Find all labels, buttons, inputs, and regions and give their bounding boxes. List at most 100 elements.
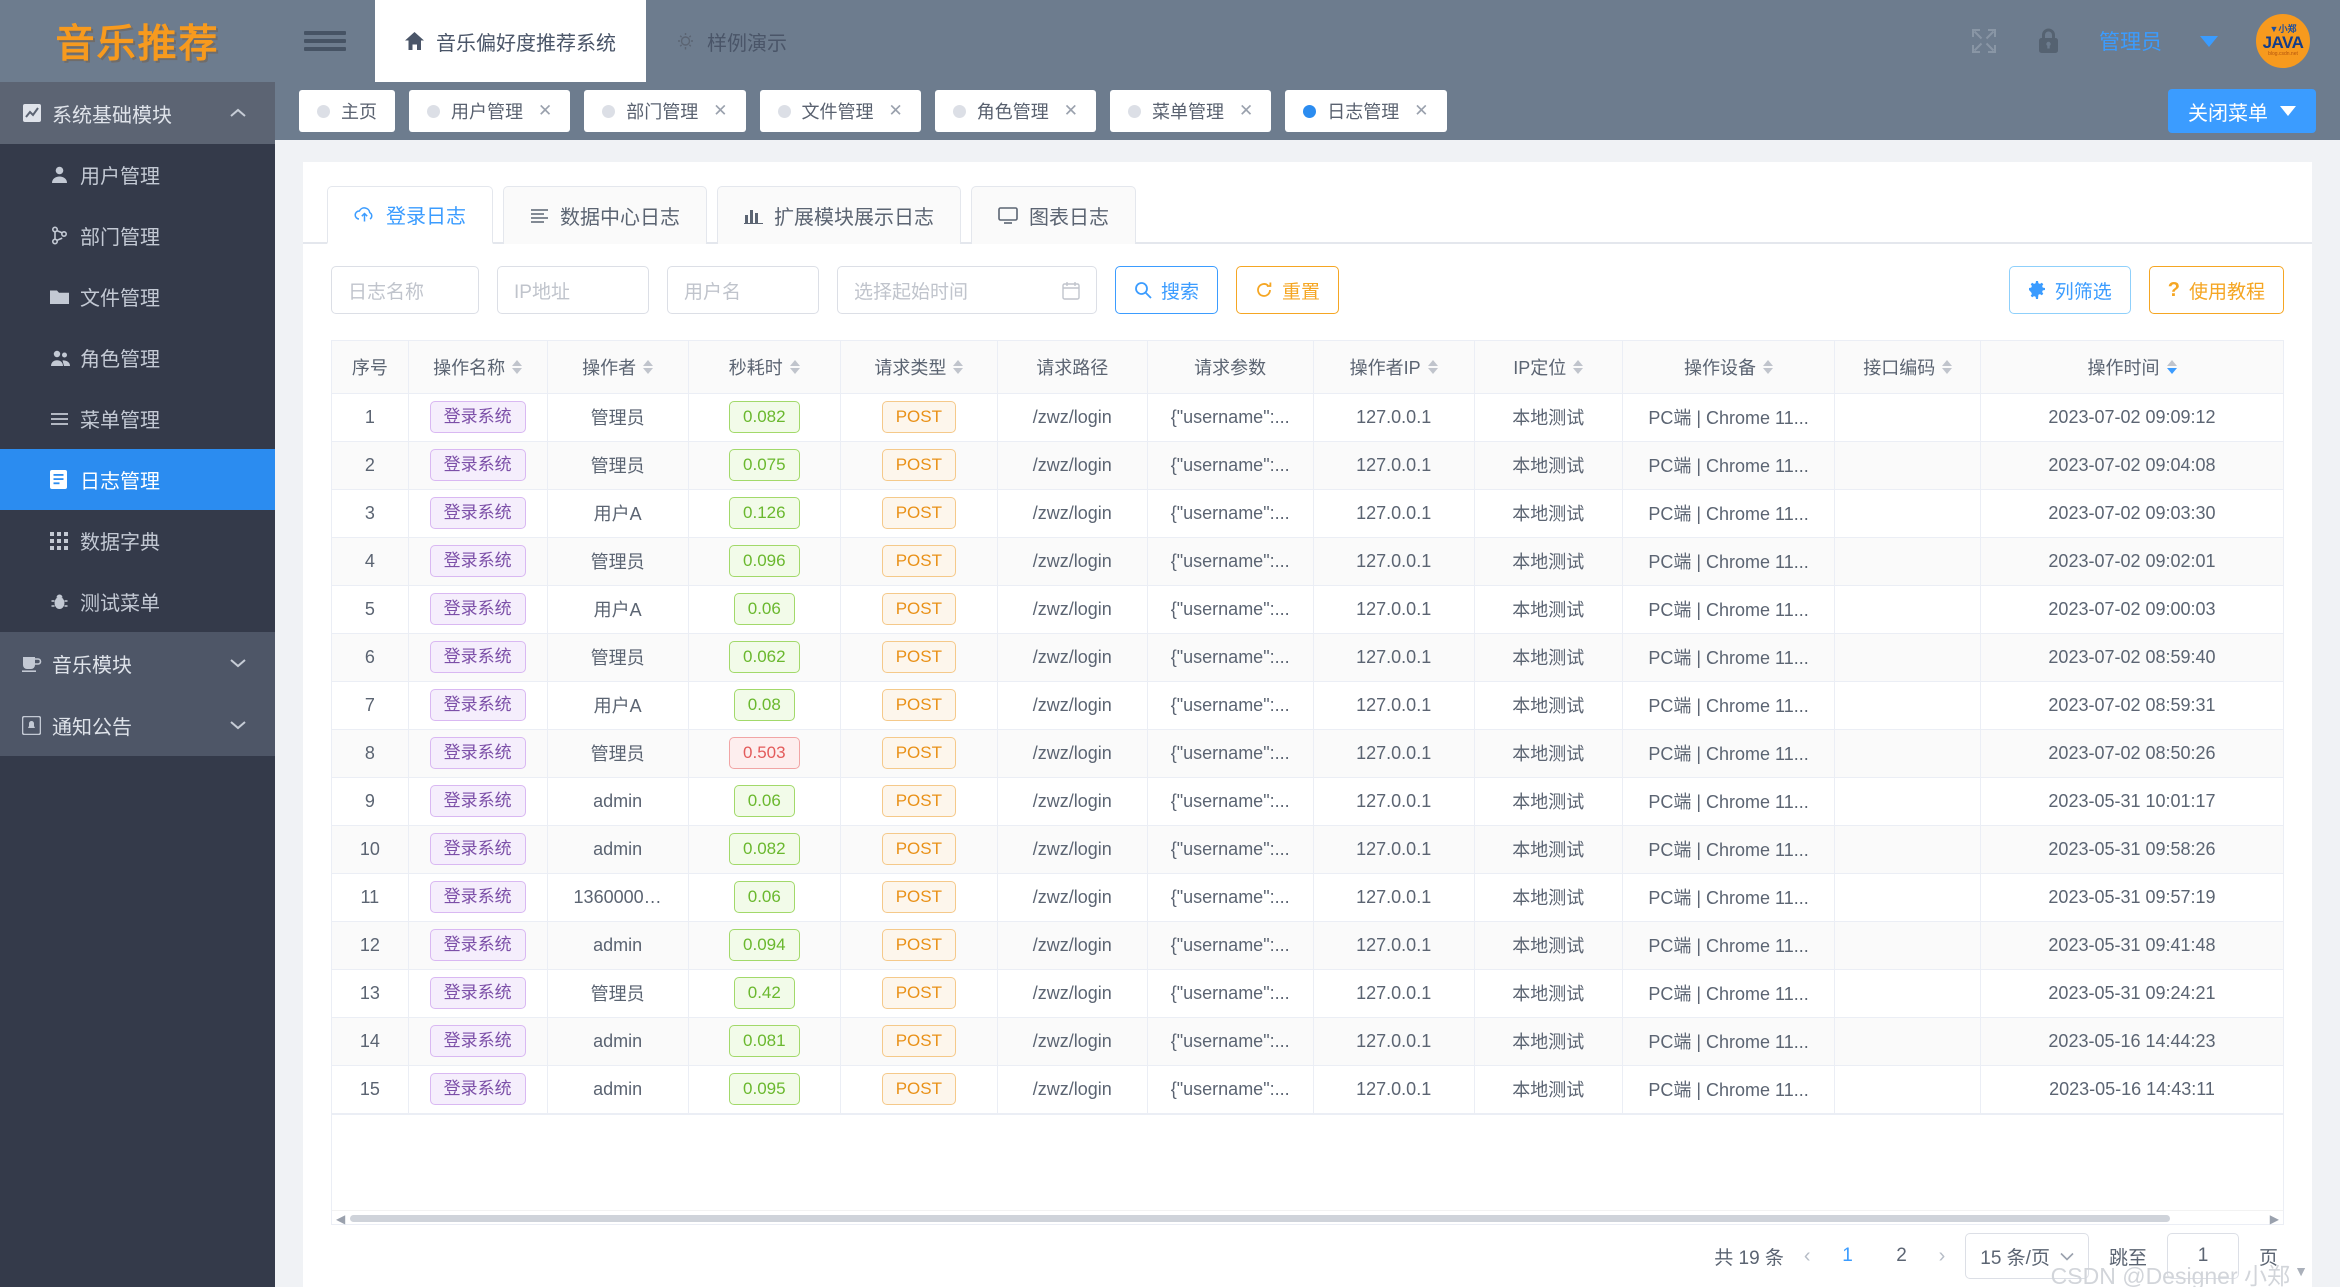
tab-extension-module-log[interactable]: 扩展模块展示日志: [717, 186, 961, 244]
close-icon[interactable]: ✕: [1239, 101, 1253, 121]
sidebar-group-system[interactable]: 系统基础模块: [0, 82, 275, 144]
tab-datacenter-log[interactable]: 数据中心日志: [503, 186, 707, 244]
table-row[interactable]: 7 登录系统 用户A 0.08 POST/zwz/login {"username":..…: [332, 681, 2283, 730]
cell-method: POST: [840, 537, 998, 586]
tag-file-management[interactable]: 文件管理 ✕: [759, 90, 921, 132]
sidebar-item-department-management[interactable]: 部门管理: [0, 205, 275, 266]
sidebar-item-data-dictionary[interactable]: 数据字典: [0, 510, 275, 571]
tag-log-management[interactable]: 日志管理 ✕: [1285, 90, 1447, 132]
column-filter-button[interactable]: 列筛选: [2008, 266, 2131, 314]
table-row[interactable]: 10 登录系统 admin 0.082 POST/zwz/login {"username…: [332, 825, 2283, 874]
sidebar-item-file-management[interactable]: 文件管理: [0, 266, 275, 327]
table-row[interactable]: 9 登录系统 admin 0.06 POST/zwz/login {"username":…: [332, 777, 2283, 826]
col-label: 请求参数: [1194, 357, 1267, 378]
sort-icon[interactable]: [789, 359, 800, 374]
close-icon[interactable]: ✕: [889, 101, 903, 121]
reset-button[interactable]: 重置: [1236, 266, 1340, 314]
tab-login-log[interactable]: 登录日志: [327, 186, 493, 244]
table-row[interactable]: 13 登录系统 管理员 0.42 POST/zwz/login {"username":.…: [332, 969, 2283, 1018]
col-op-name[interactable]: 操作名称: [408, 341, 548, 394]
close-icon[interactable]: ✕: [713, 101, 727, 121]
horizontal-scrollbar[interactable]: ◀ ▶: [332, 1210, 2283, 1226]
sidebar-item-role-management[interactable]: 角色管理: [0, 327, 275, 388]
cell-op-ip: 127.0.0.1: [1313, 441, 1475, 490]
scroll-down-icon[interactable]: ▼: [2294, 1263, 2308, 1279]
start-date-input[interactable]: 选择起始时间: [837, 266, 1097, 314]
table-row[interactable]: 11 登录系统 1360000… 0.06 POST/zwz/login {"userna…: [332, 873, 2283, 922]
close-icon[interactable]: ✕: [1414, 101, 1428, 121]
close-icon[interactable]: ✕: [538, 101, 552, 121]
avatar[interactable]: ▼小郑 JAVA blog.csdn.net: [2256, 14, 2310, 68]
sidebar-group-music[interactable]: 音乐模块: [0, 632, 275, 694]
table-row[interactable]: 2 登录系统 管理员 0.075 POST/zwz/login {"username":.…: [332, 441, 2283, 490]
sort-icon[interactable]: [1427, 359, 1438, 374]
sort-icon[interactable]: [1942, 359, 1953, 374]
prev-page-button[interactable]: ‹: [1804, 1245, 1811, 1268]
col-api-code[interactable]: 接口编码: [1834, 341, 1982, 394]
table-row[interactable]: 3 登录系统 用户A 0.126 POST/zwz/login {"username":.…: [332, 489, 2283, 538]
cell-seconds: 0.082: [688, 393, 841, 442]
topbar-actions: 管理员 ▼小郑 JAVA blog.csdn.net: [1970, 0, 2340, 82]
cloud-upload-icon: [354, 206, 375, 223]
log-name-input[interactable]: 日志名称: [331, 266, 479, 314]
sort-icon[interactable]: [2166, 359, 2177, 374]
page-button-2[interactable]: 2: [1885, 1245, 1919, 1267]
scrollbar-thumb[interactable]: [350, 1215, 2170, 1222]
close-menu-button[interactable]: 关闭菜单: [2168, 89, 2316, 133]
sort-icon[interactable]: [953, 359, 964, 374]
col-method[interactable]: 请求类型: [840, 341, 998, 394]
table-row[interactable]: 4 登录系统 管理员 0.096 POST/zwz/login {"username":.…: [332, 537, 2283, 586]
table-row[interactable]: 8 登录系统 管理员 0.503 POST/zwz/login {"username":.…: [332, 729, 2283, 778]
close-icon[interactable]: ✕: [1064, 101, 1078, 121]
user-menu-label[interactable]: 管理员: [2099, 26, 2162, 56]
sidebar-item-test-menu[interactable]: 测试菜单: [0, 571, 275, 632]
method-chip: POST: [881, 592, 956, 626]
seconds-chip: 0.075: [729, 448, 800, 482]
col-operator[interactable]: 操作者: [547, 341, 689, 394]
sidebar-item-log-management[interactable]: 日志管理: [0, 449, 275, 510]
cell-params: {"username":...: [1147, 633, 1314, 682]
tag-user-management[interactable]: 用户管理 ✕: [409, 90, 571, 132]
fullscreen-icon[interactable]: [1970, 27, 1998, 55]
calendar-icon[interactable]: [1062, 281, 1080, 300]
tag-department-management[interactable]: 部门管理 ✕: [584, 90, 746, 132]
col-seconds[interactable]: 秒耗时: [688, 341, 841, 394]
table-row[interactable]: 6 登录系统 管理员 0.062 POST/zwz/login {"username":.…: [332, 633, 2283, 682]
table-row[interactable]: 1 登录系统 管理员 0.082 POST/zwz/login {"username":.…: [332, 393, 2283, 442]
table-row[interactable]: 5 登录系统 用户A 0.06 POST/zwz/login {"username":..…: [332, 585, 2283, 634]
table-row[interactable]: 14 登录系统 admin 0.081 POST/zwz/login {"username…: [332, 1017, 2283, 1066]
top-nav-tab-demo[interactable]: 样例演示: [646, 0, 817, 82]
sort-icon[interactable]: [512, 359, 523, 374]
tag-role-management[interactable]: 角色管理 ✕: [934, 90, 1096, 132]
ip-input[interactable]: IP地址: [497, 266, 649, 314]
sort-icon[interactable]: [1573, 359, 1584, 374]
scroll-left-icon[interactable]: ◀: [336, 1212, 345, 1226]
top-nav-tab-system[interactable]: 音乐偏好度推荐系统: [375, 0, 646, 82]
search-button[interactable]: 搜索: [1115, 266, 1219, 314]
chevron-down-icon[interactable]: [2200, 35, 2218, 47]
tutorial-button[interactable]: ? 使用教程: [2148, 266, 2284, 314]
table-row[interactable]: 15 登录系统 admin 0.095 POST/zwz/login {"username…: [332, 1065, 2283, 1114]
cell-ip-location: 本地测试: [1474, 633, 1623, 682]
sidebar-item-menu-management[interactable]: 菜单管理: [0, 388, 275, 449]
sort-icon[interactable]: [643, 359, 654, 374]
col-op-ip[interactable]: 操作者IP: [1313, 341, 1475, 394]
page-button-1[interactable]: 1: [1831, 1245, 1865, 1267]
sidebar-item-user-management[interactable]: 用户管理: [0, 144, 275, 205]
tab-chart-log[interactable]: 图表日志: [971, 186, 1136, 244]
username-input[interactable]: 用户名: [667, 266, 819, 314]
cell-ip-location: 本地测试: [1474, 1065, 1623, 1114]
tag-home[interactable]: 主页: [299, 90, 395, 132]
scroll-right-icon[interactable]: ▶: [2270, 1212, 2279, 1226]
col-ip-location[interactable]: IP定位: [1474, 341, 1623, 394]
cell-params: {"username":...: [1147, 489, 1314, 538]
table-row[interactable]: 12 登录系统 admin 0.094 POST/zwz/login {"username…: [332, 921, 2283, 970]
sidebar-group-notice[interactable]: 通知公告: [0, 694, 275, 756]
sidebar-toggle-button[interactable]: [275, 0, 375, 82]
col-op-time[interactable]: 操作时间: [1980, 341, 2283, 394]
tag-menu-management[interactable]: 菜单管理 ✕: [1110, 90, 1272, 132]
lock-icon[interactable]: [2036, 27, 2061, 55]
col-device[interactable]: 操作设备: [1622, 341, 1836, 394]
next-page-button[interactable]: ›: [1939, 1245, 1946, 1268]
sort-icon[interactable]: [1763, 359, 1774, 374]
